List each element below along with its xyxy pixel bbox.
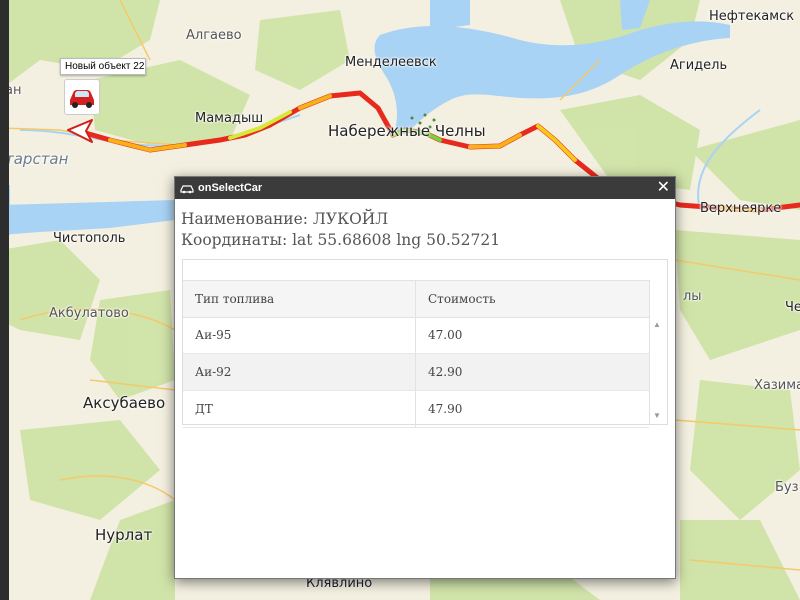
place-label: Менделеевск [345, 55, 437, 70]
place-label: Акбулатово [49, 306, 129, 321]
place-label: лы [683, 289, 702, 304]
place-label: Нурлат [95, 526, 153, 544]
table-row[interactable]: Аи-92 42.90 [183, 354, 649, 391]
place-label: Буз [775, 480, 799, 495]
station-info: Наименование: ЛУКОЙЛ Координаты: lat 55.… [175, 199, 675, 251]
map-marker[interactable]: Новый объект 22 [60, 58, 146, 115]
place-label: Хазима [754, 378, 800, 393]
car-icon[interactable] [64, 79, 100, 115]
select-car-dialog: onSelectCar ✕ Наименование: ЛУКОЙЛ Коорд… [174, 176, 676, 579]
place-label: Чистополь [53, 231, 126, 246]
column-header-price[interactable]: Стоимость [416, 281, 649, 317]
scroll-down-icon[interactable]: ▼ [653, 411, 661, 420]
place-label: Мамадыш [195, 111, 264, 126]
price-cell: 47.90 [428, 402, 463, 416]
place-label: Алгаево [186, 28, 242, 43]
place-label: Набережные Челны [328, 122, 486, 140]
close-icon[interactable]: ✕ [657, 180, 670, 196]
scrollbar-thumb[interactable] [0, 0, 9, 600]
place-label: Верхнеярке [700, 201, 782, 216]
table-header: Тип топлива Стоимость [183, 280, 649, 318]
page-scrollbar[interactable] [0, 0, 9, 600]
place-label: тарстан [5, 150, 69, 168]
fuel-type-cell: Аи-92 [183, 354, 416, 390]
fuel-price-table: Тип топлива Стоимость Аи-95 47.00 Аи-92 … [182, 259, 668, 428]
price-cell: 47.00 [428, 328, 463, 342]
place-label: Агидель [670, 58, 728, 73]
station-coordinates: Координаты: lat 55.68608 lng 50.52721 [181, 231, 501, 249]
station-name: Наименование: ЛУКОЙЛ [181, 210, 389, 228]
car-icon [180, 185, 194, 194]
place-label: Аксубаево [83, 394, 166, 412]
table-body: Аи-95 47.00 Аи-92 42.90 ДТ 47.90 [183, 317, 649, 428]
place-label: Нефтекамск [709, 9, 795, 24]
fuel-type-cell: Аи-95 [183, 317, 416, 353]
column-header-fuel-type[interactable]: Тип топлива [183, 281, 416, 317]
table-scrollbar[interactable]: ▲ ▼ [649, 280, 667, 424]
place-label: Че [785, 300, 800, 315]
table-row[interactable]: ДТ 47.90 [183, 391, 649, 428]
marker-label: Новый объект 22 [60, 58, 146, 75]
table-row[interactable]: Аи-95 47.00 [183, 317, 649, 354]
price-cell: 42.90 [428, 365, 463, 379]
scroll-up-icon[interactable]: ▲ [653, 320, 661, 329]
fuel-type-cell: ДТ [183, 391, 416, 427]
dialog-title: onSelectCar [198, 182, 263, 194]
dialog-titlebar[interactable]: onSelectCar ✕ [175, 177, 675, 199]
